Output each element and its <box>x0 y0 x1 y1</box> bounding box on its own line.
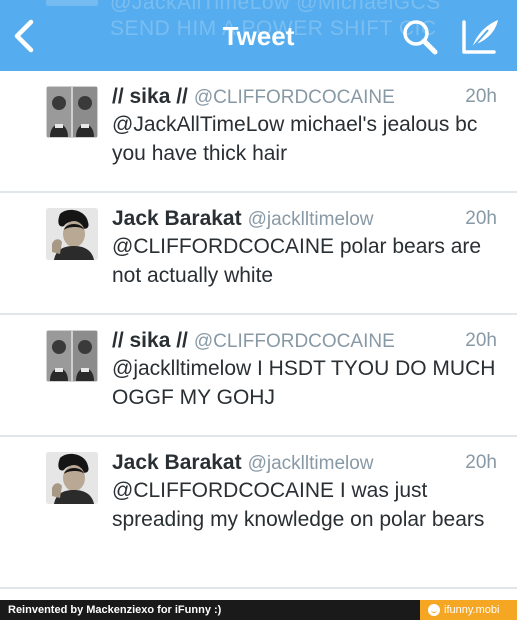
tweet-item[interactable]: // sika // @CLIFFORDCOCAINE 20h @jackllti… <box>0 315 517 437</box>
tweet-text: @jacklltimelow I HSDT TYOU DO MUCH OGGF … <box>112 357 496 409</box>
footer-credit: Reinvented by Mackenziexo for iFunny :) <box>8 604 222 616</box>
tweet-timeline: // sika // @CLIFFORDCOCAINE 20h @JackAllT… <box>0 71 517 589</box>
tweet-header: Jack Barakat @jacklltimelow <box>112 448 497 478</box>
timestamp: 20h <box>465 330 497 351</box>
display-name[interactable]: Jack Barakat <box>112 207 242 230</box>
navigation-bar: @JackAllTimeLow @MichaelGCS SEND HIM A P… <box>0 0 517 71</box>
avatar[interactable] <box>46 86 98 138</box>
display-name[interactable]: // sika // <box>112 85 188 108</box>
footer-brand-badge[interactable]: ifunny.mobi <box>420 600 517 620</box>
user-handle[interactable]: @jacklltimelow <box>248 453 374 474</box>
avatar[interactable] <box>46 208 98 260</box>
tweet-header: Jack Barakat @jacklltimelow <box>112 204 497 234</box>
tweet-item[interactable]: Jack Barakat @jacklltimelow 20h @CLIFFORD… <box>0 193 517 315</box>
display-name[interactable]: // sika // <box>112 329 188 352</box>
tweet-item[interactable]: // sika // @CLIFFORDCOCAINE 20h @JackAllT… <box>0 71 517 193</box>
search-icon <box>403 20 438 55</box>
compose-feather-icon <box>462 20 498 54</box>
watermark-footer: Reinvented by Mackenziexo for iFunny :) … <box>0 600 517 620</box>
ghost-line-1: @JackAllTimeLow @MichaelGCS <box>110 0 441 14</box>
avatar-portrait-icon <box>46 452 98 504</box>
tweet-text: @JackAllTimeLow michael's jealous bc you… <box>112 113 478 165</box>
ghost-avatar <box>46 0 98 6</box>
timestamp: 20h <box>465 208 497 229</box>
tweet-item[interactable]: Jack Barakat @jacklltimelow 20h @CLIFFORD… <box>0 437 517 589</box>
tweet-text: @CLIFFORDCOCAINE I was just spreading my… <box>112 479 485 531</box>
timestamp: 20h <box>465 86 497 107</box>
display-name[interactable]: Jack Barakat <box>112 451 242 474</box>
search-button[interactable] <box>400 17 440 57</box>
ifunny-smile-icon <box>428 604 440 616</box>
user-handle[interactable]: @CLIFFORDCOCAINE <box>194 331 395 352</box>
tweet-text: @CLIFFORDCOCAINE polar bears are not act… <box>112 235 482 287</box>
user-handle[interactable]: @jacklltimelow <box>248 209 374 230</box>
footer-brand: ifunny.mobi <box>444 604 500 616</box>
timestamp: 20h <box>465 452 497 473</box>
avatar-two-photos-icon <box>46 330 98 382</box>
tweet-header: // sika // @CLIFFORDCOCAINE <box>112 326 497 356</box>
avatar[interactable] <box>46 330 98 382</box>
avatar-two-photos-icon <box>46 86 98 138</box>
user-handle[interactable]: @CLIFFORDCOCAINE <box>194 87 395 108</box>
avatar[interactable] <box>46 452 98 504</box>
tweet-header: // sika // @CLIFFORDCOCAINE <box>112 82 497 112</box>
avatar-portrait-icon <box>46 208 98 260</box>
compose-button[interactable] <box>458 14 502 58</box>
